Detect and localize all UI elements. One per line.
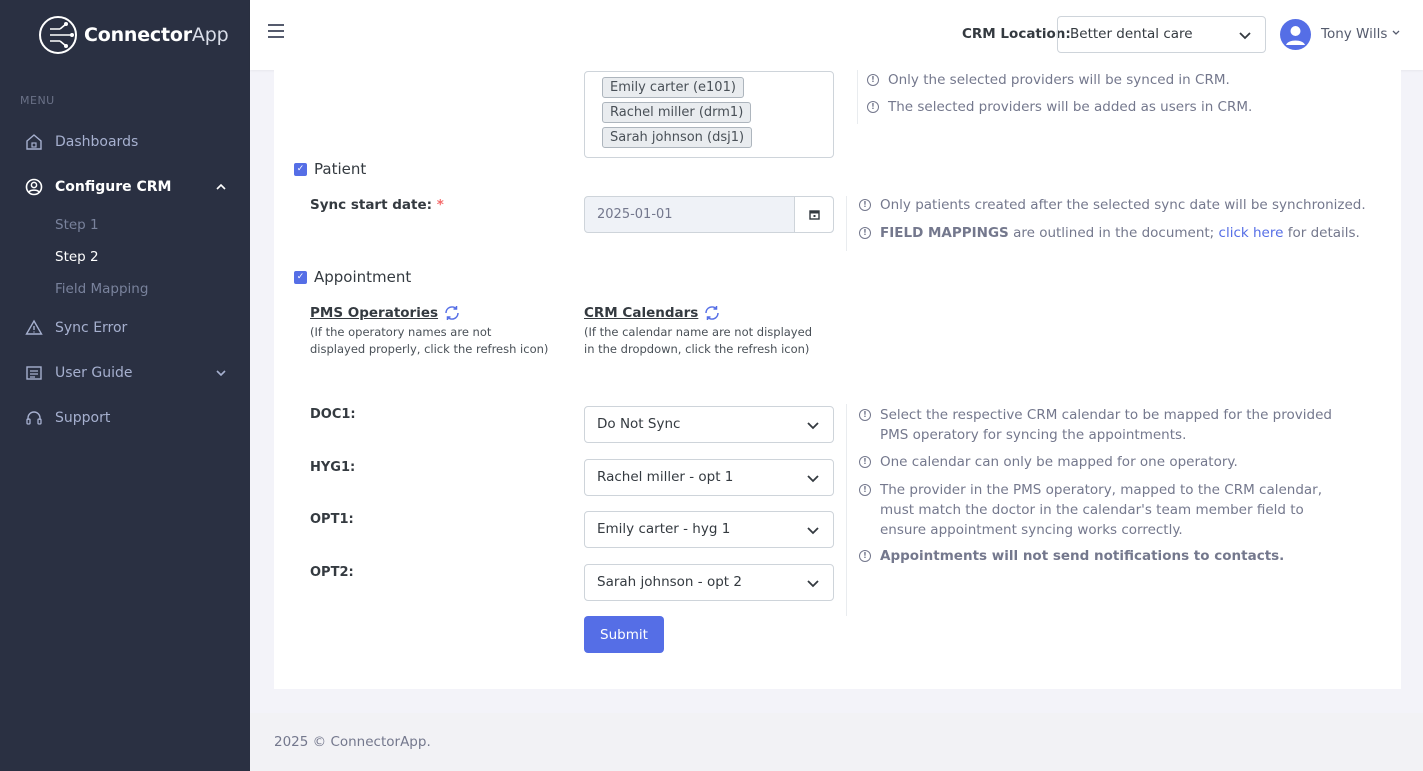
- app-name: ConnectorApp: [84, 24, 229, 46]
- crm-location-select[interactable]: Better dental care: [1057, 16, 1266, 53]
- appointment-label: Appointment: [314, 268, 412, 286]
- home-icon: [24, 132, 44, 152]
- pms-operatories-heading: PMS Operatories: [310, 305, 461, 321]
- operatory-label: DOC1:: [310, 407, 356, 422]
- sidebar-subitem-step-1[interactable]: Step 1: [55, 217, 99, 233]
- chevron-down-icon: [216, 368, 226, 379]
- document-icon: [24, 363, 44, 383]
- chevron-down-icon: [807, 471, 819, 487]
- info-icon: !: [859, 456, 871, 468]
- hamburger-menu-icon[interactable]: [268, 24, 284, 38]
- sidebar-item-label: Dashboards: [55, 134, 139, 150]
- sidebar-item-label: Support: [55, 410, 111, 426]
- calendar-select[interactable]: Rachel miller - opt 1: [584, 459, 834, 496]
- sync-date-value: 2025-01-01: [597, 207, 673, 222]
- patient-label: Patient: [314, 160, 367, 178]
- pms-operatories-hint: (If the operatory names are not displaye…: [310, 325, 549, 356]
- providers-note-2: ! The selected providers will be added as…: [867, 97, 1252, 117]
- chevron-down-icon: [1239, 28, 1251, 44]
- checkbox-checked-icon[interactable]: ✓: [294, 270, 307, 284]
- checkbox-checked-icon[interactable]: ✓: [294, 162, 307, 176]
- appointment-note-3: ! The provider in the PMS operatory, mapp…: [859, 480, 1349, 540]
- headset-icon: [24, 408, 44, 428]
- chevron-down-icon: [807, 418, 819, 434]
- info-icon: !: [867, 74, 879, 86]
- sync-start-date-input[interactable]: 2025-01-01: [584, 196, 834, 233]
- configure-card: Emily carter (e101) Rachel miller (drm1)…: [274, 70, 1401, 689]
- sidebar-item-dashboards[interactable]: Dashboards: [24, 132, 138, 152]
- operatory-label: OPT1:: [310, 512, 354, 527]
- appointment-note-4: ! Appointments will not send notification…: [859, 546, 1349, 566]
- field-mappings-link[interactable]: click here: [1219, 225, 1284, 241]
- sidebar-item-sync-error[interactable]: Sync Error: [24, 318, 127, 338]
- sync-start-date-label: Sync start date: *: [310, 197, 444, 213]
- calendar-icon[interactable]: [794, 197, 833, 232]
- footer-copyright: 2025 © ConnectorApp.: [274, 734, 431, 750]
- chevron-down-icon: [807, 576, 819, 592]
- sidebar: ConnectorApp MENU Dashboards Configure C…: [0, 0, 250, 771]
- patient-checkbox[interactable]: ✓ Patient: [294, 160, 366, 178]
- info-icon: !: [867, 101, 879, 113]
- providers-note-1: ! Only the selected providers will be syn…: [867, 70, 1230, 90]
- operatory-label: OPT2:: [310, 565, 354, 580]
- sidebar-subitem-field-mapping[interactable]: Field Mapping: [55, 281, 148, 297]
- chevron-up-icon: [216, 182, 226, 193]
- user-name[interactable]: Tony Wills: [1321, 26, 1387, 42]
- sidebar-item-label: Sync Error: [55, 320, 128, 336]
- sidebar-item-label: User Guide: [55, 365, 133, 381]
- chevron-down-icon[interactable]: [1392, 29, 1400, 39]
- patient-notes-divider: [846, 196, 847, 251]
- submit-button[interactable]: Submit: [584, 616, 664, 653]
- info-icon: !: [859, 550, 871, 562]
- sidebar-item-label: Configure CRM: [55, 179, 172, 195]
- crm-location-value: Better dental care: [1070, 26, 1193, 42]
- sidebar-subitem-step-2[interactable]: Step 2: [55, 249, 99, 265]
- crm-location-label: CRM Location:: [962, 26, 1071, 42]
- info-icon: !: [859, 409, 871, 421]
- appointment-note-1: ! Select the respective CRM calendar to b…: [859, 405, 1349, 445]
- refresh-icon[interactable]: [703, 305, 721, 321]
- crm-calendars-hint: (If the calendar name are not displayed …: [584, 325, 812, 356]
- patient-note-2: ! FIELD MAPPINGS are outlined in the docu…: [859, 223, 1360, 243]
- calendar-select[interactable]: Emily carter - hyg 1: [584, 511, 834, 548]
- user-circle-icon: [24, 177, 44, 197]
- app-logo[interactable]: ConnectorApp: [36, 13, 229, 57]
- user-avatar[interactable]: [1280, 19, 1311, 50]
- crm-calendars-heading: CRM Calendars: [584, 305, 721, 321]
- providers-multiselect[interactable]: Emily carter (e101) Rachel miller (drm1)…: [584, 71, 834, 158]
- provider-tag[interactable]: Emily carter (e101): [602, 77, 744, 98]
- info-icon: !: [859, 484, 871, 496]
- refresh-icon[interactable]: [443, 305, 461, 321]
- warning-icon: [24, 318, 44, 338]
- info-icon: !: [859, 227, 871, 239]
- patient-note-1: ! Only patients created after the selecte…: [859, 195, 1366, 215]
- providers-notes-divider: [857, 70, 858, 124]
- sidebar-item-configure-crm[interactable]: Configure CRM: [24, 177, 226, 197]
- operatory-label: HYG1:: [310, 460, 356, 475]
- menu-title: MENU: [20, 94, 55, 107]
- sidebar-item-user-guide[interactable]: User Guide: [24, 363, 226, 383]
- footer: 2025 © ConnectorApp.: [250, 713, 1423, 771]
- sidebar-item-support[interactable]: Support: [24, 408, 110, 428]
- calendar-select[interactable]: Sarah johnson - opt 2: [584, 564, 834, 601]
- provider-tag[interactable]: Sarah johnson (dsj1): [602, 127, 753, 148]
- info-icon: !: [859, 199, 871, 211]
- logo-icon: [39, 16, 77, 54]
- appointment-notes-divider: [846, 404, 847, 616]
- provider-tag[interactable]: Rachel miller (drm1): [602, 102, 752, 123]
- top-header: CRM Location: Better dental care Tony Wi…: [250, 0, 1423, 70]
- appointment-note-2: ! One calendar can only be mapped for one…: [859, 452, 1349, 472]
- appointment-checkbox[interactable]: ✓ Appointment: [294, 268, 411, 286]
- chevron-down-icon: [807, 523, 819, 539]
- calendar-select[interactable]: Do Not Sync: [584, 406, 834, 443]
